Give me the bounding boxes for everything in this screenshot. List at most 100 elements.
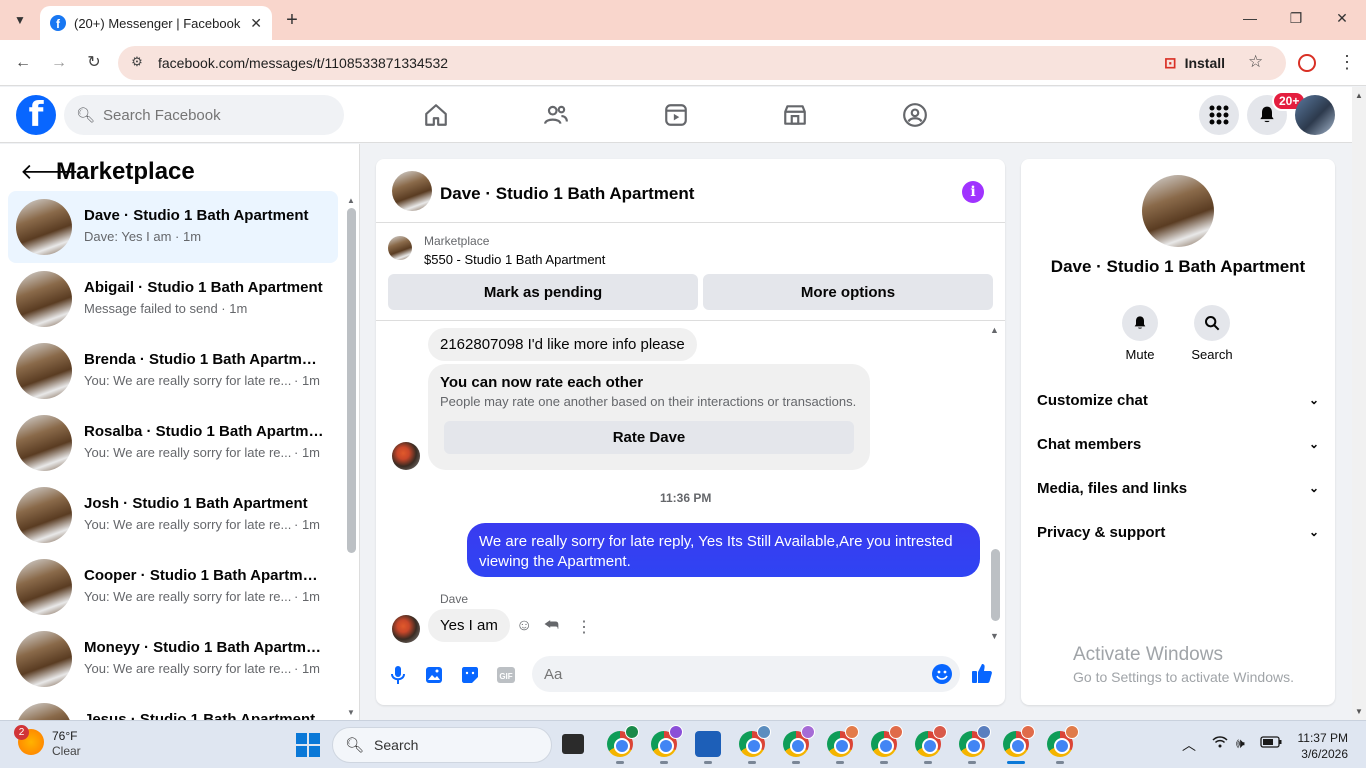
- mark-as-pending-button[interactable]: Mark as pending: [388, 274, 698, 310]
- snippet-time: · 1m: [294, 589, 320, 604]
- conversation-item[interactable]: Jesus · Studio 1 Bath Apartment: [8, 695, 338, 720]
- conversation-item[interactable]: Josh · Studio 1 Bath Apartment You: We a…: [8, 479, 338, 551]
- chrome-profile-icon[interactable]: [915, 725, 947, 757]
- profile-icon[interactable]: [1298, 54, 1316, 72]
- more-actions-icon[interactable]: ⋮: [576, 617, 592, 637]
- privacy-support-row[interactable]: Privacy & support ⌄: [1037, 510, 1319, 554]
- chrome-profile-icon[interactable]: [607, 725, 639, 757]
- snippet-time: · 1m: [294, 373, 320, 388]
- listing-title[interactable]: $550 - Studio 1 Bath Apartment: [424, 252, 605, 267]
- install-button[interactable]: ⊡ Install: [1164, 46, 1225, 80]
- chrome-profile-icon[interactable]: [1047, 725, 1079, 757]
- conversation-item[interactable]: Rosalba · Studio 1 Bath Apartment You: W…: [8, 407, 338, 479]
- inbox-scrollbar[interactable]: [347, 208, 356, 553]
- outgoing-message[interactable]: We are really sorry for late reply, Yes …: [467, 523, 980, 577]
- message-composer[interactable]: [532, 656, 960, 692]
- tab-close-icon[interactable]: ✕: [250, 15, 262, 32]
- chat-scrollbar[interactable]: [991, 549, 1000, 621]
- microphone-icon[interactable]: [388, 665, 408, 685]
- conversation-item[interactable]: Dave · Studio 1 Bath Apartment Dave: Yes…: [8, 191, 338, 263]
- battery-icon[interactable]: [1260, 735, 1282, 751]
- rate-dave-button[interactable]: Rate Dave: [444, 421, 854, 454]
- scroll-up-icon[interactable]: ▲: [990, 325, 999, 335]
- scroll-up-icon[interactable]: ▲: [1355, 91, 1363, 100]
- incoming-message[interactable]: Yes I am: [428, 609, 510, 642]
- more-options-button[interactable]: More options: [703, 274, 993, 310]
- react-icon[interactable]: ☺: [516, 617, 532, 635]
- page-scrollbar[interactable]: ▲ ▼: [1352, 87, 1366, 720]
- chat-title[interactable]: Dave · Studio 1 Bath Apartment: [440, 184, 694, 204]
- rate-subtitle: People may rate one another based on the…: [440, 394, 857, 409]
- reload-icon[interactable]: ↻: [83, 52, 105, 74]
- incoming-message[interactable]: 2162807098 I'd like more info please: [428, 328, 697, 361]
- media-files-links-row[interactable]: Media, files and links ⌄: [1037, 466, 1319, 510]
- photo-icon[interactable]: [424, 665, 444, 685]
- conversation-name: Rosalba · Studio 1 Bath Apartment: [84, 423, 324, 440]
- windows-start-icon[interactable]: [296, 733, 320, 757]
- scroll-down-icon[interactable]: ▼: [1355, 707, 1363, 716]
- conversation-snippet: Dave: Yes I am · 1m: [84, 229, 201, 244]
- taskbar-search[interactable]: 🔍︎ Search: [332, 727, 552, 763]
- facebook-search-input[interactable]: [103, 106, 324, 124]
- account-avatar[interactable]: [1295, 95, 1335, 135]
- mute-label: Mute: [1125, 347, 1155, 362]
- menu-grid-icon[interactable]: [1199, 95, 1239, 135]
- wifi-icon[interactable]: [1212, 735, 1228, 752]
- video-icon[interactable]: [660, 99, 692, 131]
- emoji-icon[interactable]: [932, 664, 952, 684]
- maximize-icon[interactable]: ❐: [1286, 10, 1306, 27]
- facebook-search[interactable]: 🔍︎: [64, 95, 344, 135]
- home-icon[interactable]: [420, 99, 452, 131]
- snippet-text: Message failed to send · 1m: [84, 301, 248, 316]
- conversation-item[interactable]: Brenda · Studio 1 Bath Apartment You: We…: [8, 335, 338, 407]
- info-icon[interactable]: i: [962, 181, 984, 203]
- running-indicator: [616, 761, 624, 764]
- conversation-item[interactable]: Abigail · Studio 1 Bath Apartment Messag…: [8, 263, 338, 335]
- reply-icon[interactable]: ⮪: [544, 617, 559, 635]
- taskbar-clock[interactable]: 11:37 PM 3/6/2026: [1296, 730, 1348, 762]
- word-icon[interactable]: [695, 731, 721, 757]
- gif-icon[interactable]: GIF: [496, 665, 516, 685]
- chat-members-row[interactable]: Chat members ⌄: [1037, 422, 1319, 466]
- scroll-down-icon[interactable]: ▼: [990, 631, 999, 641]
- search-in-chat-button[interactable]: Search: [1182, 305, 1242, 362]
- volume-icon[interactable]: 🕪: [1236, 735, 1245, 752]
- chrome-profile-icon[interactable]: [783, 725, 815, 757]
- conversation-item[interactable]: Moneyy · Studio 1 Bath Apartme... You: W…: [8, 623, 338, 695]
- address-bar: ← → ↻ ⚙ facebook.com/messages/t/11085338…: [0, 40, 1366, 86]
- chrome-profile-icon[interactable]: [739, 725, 771, 757]
- friends-icon[interactable]: [540, 99, 572, 131]
- sticker-icon[interactable]: [460, 665, 480, 685]
- url-field[interactable]: ⚙ facebook.com/messages/t/11085338713345…: [118, 46, 1286, 80]
- marketplace-icon[interactable]: [779, 99, 811, 131]
- chrome-profile-icon[interactable]: [827, 725, 859, 757]
- tab-search-icon[interactable]: ▼: [8, 8, 32, 32]
- new-tab-icon[interactable]: +: [282, 10, 302, 30]
- bookmark-star-icon[interactable]: ☆: [1248, 52, 1263, 72]
- tray-chevron-up-icon[interactable]: ︿: [1182, 735, 1196, 755]
- browser-menu-icon[interactable]: ⋮: [1338, 52, 1356, 73]
- site-settings-icon[interactable]: ⚙: [128, 54, 146, 72]
- close-window-icon[interactable]: ✕: [1332, 10, 1352, 27]
- facebook-logo-icon[interactable]: f: [16, 95, 56, 135]
- scroll-up-icon[interactable]: ▲: [347, 196, 355, 205]
- conversation-item[interactable]: Cooper · Studio 1 Bath Apartment You: We…: [8, 551, 338, 623]
- mute-button[interactable]: Mute: [1110, 305, 1170, 362]
- forward-icon[interactable]: →: [48, 52, 70, 74]
- chrome-profile-icon[interactable]: [651, 725, 683, 757]
- back-icon[interactable]: ←: [12, 52, 34, 74]
- groups-icon[interactable]: [899, 99, 931, 131]
- scroll-down-icon[interactable]: ▼: [347, 708, 355, 717]
- chat-avatar[interactable]: [392, 171, 432, 211]
- thumbs-up-icon[interactable]: [971, 662, 993, 690]
- message-input[interactable]: [544, 665, 904, 683]
- chrome-profile-icon-active[interactable]: [1003, 725, 1035, 757]
- chrome-profile-icon[interactable]: [871, 725, 903, 757]
- file-explorer-icon[interactable]: [562, 734, 584, 754]
- back-arrow-icon[interactable]: 🡐: [20, 159, 79, 185]
- weather-widget[interactable]: 2 76°F Clear: [14, 725, 81, 758]
- chrome-profile-icon[interactable]: [959, 725, 991, 757]
- minimize-icon[interactable]: —: [1240, 10, 1260, 26]
- browser-tab[interactable]: f (20+) Messenger | Facebook ✕: [40, 6, 272, 40]
- customize-chat-row[interactable]: Customize chat ⌄: [1037, 378, 1319, 422]
